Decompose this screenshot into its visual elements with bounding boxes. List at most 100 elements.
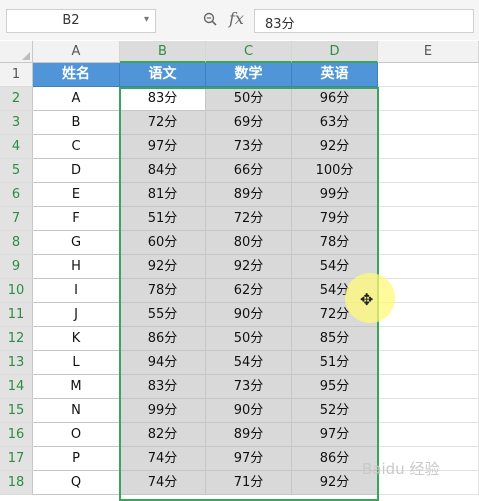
table-cell[interactable] xyxy=(378,183,479,207)
row-header-16[interactable]: 16 xyxy=(0,423,33,447)
row-header-14[interactable]: 14 xyxy=(0,375,33,399)
table-cell[interactable]: 51分 xyxy=(120,207,206,231)
column-header-d[interactable]: D xyxy=(292,41,378,63)
table-cell[interactable]: 85分 xyxy=(292,327,378,351)
table-cell[interactable] xyxy=(378,111,479,135)
table-cell[interactable]: 92分 xyxy=(120,255,206,279)
header-cell[interactable]: 英语 xyxy=(292,63,378,87)
table-cell[interactable]: O xyxy=(33,423,120,447)
row-header-5[interactable]: 5 xyxy=(0,159,33,183)
table-cell[interactable]: A xyxy=(33,87,120,111)
table-cell[interactable]: G xyxy=(33,231,120,255)
table-cell[interactable]: 99分 xyxy=(120,399,206,423)
row-header-15[interactable]: 15 xyxy=(0,399,33,423)
table-cell[interactable]: 94分 xyxy=(120,351,206,375)
row-header-17[interactable]: 17 xyxy=(0,447,33,471)
table-cell[interactable]: 92分 xyxy=(292,135,378,159)
table-cell[interactable]: 80分 xyxy=(206,231,292,255)
column-header-c[interactable]: C xyxy=(206,41,292,63)
table-cell[interactable]: 55分 xyxy=(120,303,206,327)
table-cell[interactable]: 62分 xyxy=(206,279,292,303)
header-cell[interactable]: 语文 xyxy=(120,63,206,87)
table-cell[interactable]: 69分 xyxy=(206,111,292,135)
table-cell[interactable]: 95分 xyxy=(292,375,378,399)
table-cell[interactable]: 99分 xyxy=(292,183,378,207)
row-header-10[interactable]: 10 xyxy=(0,279,33,303)
row-header-7[interactable]: 7 xyxy=(0,207,33,231)
table-cell[interactable]: 78分 xyxy=(292,231,378,255)
column-header-a[interactable]: A xyxy=(33,41,120,63)
table-cell[interactable]: H xyxy=(33,255,120,279)
table-cell[interactable]: 97分 xyxy=(120,135,206,159)
table-cell[interactable] xyxy=(378,255,479,279)
table-cell[interactable]: 84分 xyxy=(120,159,206,183)
table-cell[interactable] xyxy=(378,207,479,231)
table-cell[interactable]: D xyxy=(33,159,120,183)
table-cell[interactable]: 52分 xyxy=(292,399,378,423)
table-cell[interactable]: 83分 xyxy=(120,375,206,399)
header-cell[interactable]: 姓名 xyxy=(33,63,120,87)
table-cell[interactable]: M xyxy=(33,375,120,399)
name-box[interactable]: B2 ▾ xyxy=(6,9,156,33)
table-cell[interactable] xyxy=(378,159,479,183)
row-header-12[interactable]: 12 xyxy=(0,327,33,351)
table-cell[interactable]: 100分 xyxy=(292,159,378,183)
table-cell[interactable] xyxy=(378,423,479,447)
table-cell[interactable]: 97分 xyxy=(292,423,378,447)
table-cell[interactable]: I xyxy=(33,279,120,303)
table-cell[interactable]: 79分 xyxy=(292,207,378,231)
table-cell[interactable]: 50分 xyxy=(206,327,292,351)
row-header-13[interactable]: 13 xyxy=(0,351,33,375)
table-cell[interactable]: Q xyxy=(33,471,120,495)
table-cell[interactable]: 74分 xyxy=(120,447,206,471)
formula-input[interactable]: 83分 xyxy=(254,9,474,33)
row-header-8[interactable]: 8 xyxy=(0,231,33,255)
header-cell[interactable]: 数学 xyxy=(206,63,292,87)
fx-icon[interactable]: fx xyxy=(229,9,244,28)
table-cell[interactable]: 92分 xyxy=(206,255,292,279)
table-cell[interactable]: L xyxy=(33,351,120,375)
table-cell[interactable]: 71分 xyxy=(206,471,292,495)
column-header-b[interactable]: B xyxy=(120,41,206,63)
table-cell[interactable]: 89分 xyxy=(206,183,292,207)
table-cell[interactable]: 81分 xyxy=(120,183,206,207)
chevron-down-icon[interactable]: ▾ xyxy=(144,14,149,25)
table-cell[interactable]: 66分 xyxy=(206,159,292,183)
table-cell[interactable]: 90分 xyxy=(206,303,292,327)
row-header-1[interactable]: 1 xyxy=(0,63,33,87)
table-cell[interactable]: K xyxy=(33,327,120,351)
table-cell[interactable]: N xyxy=(33,399,120,423)
table-cell[interactable]: 89分 xyxy=(206,423,292,447)
table-cell[interactable]: 74分 xyxy=(120,471,206,495)
row-header-3[interactable]: 3 xyxy=(0,111,33,135)
row-header-2[interactable]: 2 xyxy=(0,87,33,111)
header-cell[interactable] xyxy=(378,63,479,87)
table-cell[interactable]: 63分 xyxy=(292,111,378,135)
table-cell[interactable]: 60分 xyxy=(120,231,206,255)
table-cell[interactable]: B xyxy=(33,111,120,135)
table-cell[interactable]: 83分 xyxy=(120,87,206,111)
table-cell[interactable]: C xyxy=(33,135,120,159)
table-cell[interactable]: 54分 xyxy=(206,351,292,375)
table-cell[interactable]: F xyxy=(33,207,120,231)
row-header-4[interactable]: 4 xyxy=(0,135,33,159)
table-cell[interactable]: 86分 xyxy=(120,327,206,351)
table-cell[interactable] xyxy=(378,87,479,111)
table-cell[interactable]: 78分 xyxy=(120,279,206,303)
table-cell[interactable]: J xyxy=(33,303,120,327)
table-cell[interactable]: 82分 xyxy=(120,423,206,447)
row-header-6[interactable]: 6 xyxy=(0,183,33,207)
row-header-9[interactable]: 9 xyxy=(0,255,33,279)
row-header-11[interactable]: 11 xyxy=(0,303,33,327)
table-cell[interactable] xyxy=(378,351,479,375)
zoom-icon[interactable] xyxy=(203,12,217,26)
table-cell[interactable]: E xyxy=(33,183,120,207)
table-cell[interactable]: 97分 xyxy=(206,447,292,471)
table-cell[interactable] xyxy=(378,231,479,255)
table-cell[interactable] xyxy=(378,135,479,159)
table-cell[interactable]: P xyxy=(33,447,120,471)
table-cell[interactable]: 96分 xyxy=(292,87,378,111)
table-cell[interactable]: 51分 xyxy=(292,351,378,375)
table-cell[interactable]: 72分 xyxy=(206,207,292,231)
table-cell[interactable] xyxy=(378,327,479,351)
